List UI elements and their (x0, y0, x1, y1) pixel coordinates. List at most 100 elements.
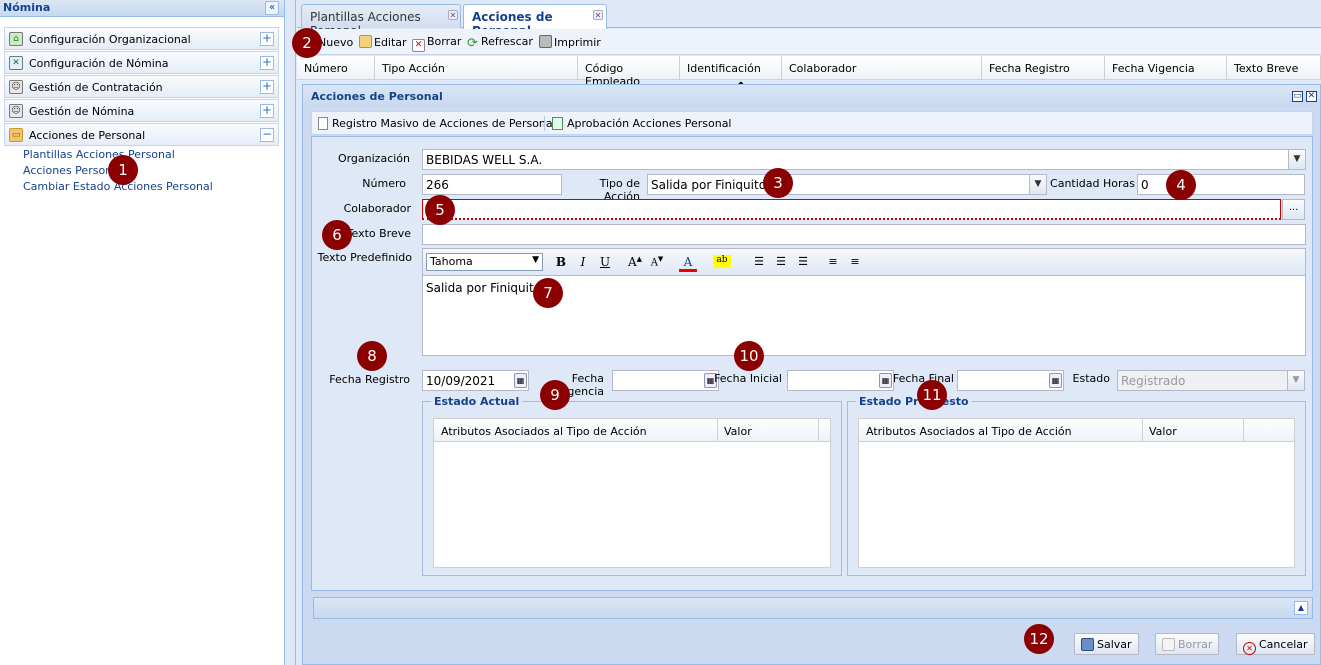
chevron-down-icon[interactable]: ▼ (1288, 150, 1305, 169)
numero-label: Número (362, 177, 406, 190)
numero-value: 266 (426, 178, 449, 192)
font-color-icon[interactable]: A (679, 255, 697, 272)
approve-document-icon (552, 117, 563, 130)
nav-link-plantillas[interactable]: Plantillas Acciones Personal (23, 148, 175, 161)
tab-plantillas[interactable]: Plantillas Acciones Personal ✕ (301, 4, 461, 38)
chevron-down-icon[interactable]: ▼ (1029, 175, 1046, 194)
font-select-value: Tahoma (430, 255, 473, 268)
texto-breve-input[interactable] (422, 224, 1306, 245)
estado-actual-legend: Estado Actual (431, 395, 523, 408)
cancel-button[interactable]: ✕ Cancelar (1236, 633, 1315, 655)
fecha-registro-label: Fecha Registro (329, 373, 410, 386)
column-divider (717, 419, 718, 442)
font-select[interactable]: Tahoma ▼ (426, 253, 543, 271)
col-codigo-empleado[interactable]: Código Empleado (578, 56, 680, 88)
print-button[interactable]: Imprimir (539, 35, 601, 49)
estado-propuesto-fieldset: Estado Propuesto Atributos Asociados al … (847, 395, 1306, 576)
aprobacion-label: Aprobación Acciones Personal (567, 117, 732, 130)
ordered-list-icon[interactable]: ≡ (825, 255, 841, 271)
col-valor[interactable]: Valor (724, 425, 752, 438)
registro-masivo-button[interactable]: Registro Masivo de Acciones de Personal (318, 117, 556, 130)
print-label: Imprimir (554, 36, 601, 49)
colaborador-lookup-label: ... (1288, 202, 1299, 213)
refresh-label: Refrescar (481, 35, 533, 48)
edit-button[interactable]: Editar (359, 35, 407, 49)
tipo-accion-select[interactable]: Salida por Finiquito ▼ (647, 174, 1047, 195)
bold-icon[interactable]: B (553, 255, 569, 271)
close-icon[interactable]: ✕ (1306, 91, 1317, 102)
delete-button[interactable]: ✕ Borrar (412, 35, 461, 52)
edit-icon (359, 35, 372, 48)
tab-strip: Plantillas Acciones Personal ✕ Acciones … (297, 2, 1321, 38)
col-identificacion[interactable]: Identificación (680, 56, 782, 80)
align-right-icon[interactable]: ☰ (795, 255, 811, 271)
expand-icon[interactable]: + (260, 80, 274, 94)
expand-up-icon[interactable]: ▲ (1294, 601, 1308, 615)
tab-acciones-personal[interactable]: Acciones de Personal ✕ (463, 4, 607, 38)
save-icon (1081, 638, 1094, 651)
fecha-registro-input[interactable]: 10/09/2021 ▦ (422, 370, 529, 391)
col-atributos[interactable]: Atributos Asociados al Tipo de Acción (441, 425, 647, 438)
refresh-button[interactable]: ⟳ Refrescar (466, 35, 533, 50)
grow-font-icon[interactable]: A▲ (627, 255, 643, 271)
col-fecha-vigencia[interactable]: Fecha Vigencia (1105, 56, 1227, 80)
cancel-label: Cancelar (1259, 638, 1308, 651)
calendar-icon[interactable]: ▦ (1049, 373, 1062, 388)
numero-input[interactable]: 266 (422, 174, 562, 195)
nav-panel-header: Nómina « (0, 0, 284, 17)
fecha-inicial-input[interactable]: ▦ (787, 370, 894, 391)
panel-splitter[interactable] (286, 0, 296, 665)
organizacion-select[interactable]: BEBIDAS WELL S.A. ▼ (422, 149, 1306, 170)
italic-icon[interactable]: I (575, 255, 591, 271)
nav-group-configuracion-nomina[interactable]: ✕ Configuración de Nómina + (4, 51, 279, 74)
expand-icon[interactable]: + (260, 56, 274, 70)
align-left-icon[interactable]: ☰ (751, 255, 767, 271)
folder-open-icon: ▭ (9, 128, 23, 142)
highlight-icon[interactable]: ab (713, 255, 731, 268)
fecha-final-input[interactable]: ▦ (957, 370, 1064, 391)
nav-group-gestion-nomina[interactable]: ☺ Gestión de Nómina + (4, 99, 279, 122)
align-center-icon[interactable]: ☰ (773, 255, 789, 271)
col-tipo-accion[interactable]: Tipo Acción (375, 56, 578, 80)
expand-icon[interactable]: + (260, 32, 274, 46)
shrink-font-icon[interactable]: A▼ (649, 255, 665, 271)
nav-group-label: Acciones de Personal (29, 129, 146, 142)
col-numero[interactable]: Número (297, 56, 375, 80)
edit-label: Editar (374, 36, 407, 49)
chevron-down-icon: ▼ (532, 255, 539, 265)
aprobacion-button[interactable]: Aprobación Acciones Personal (552, 117, 731, 130)
colaborador-lookup-button[interactable]: ... (1282, 199, 1305, 220)
window-titlebar: Acciones de Personal ▭ ✕ (303, 85, 1320, 107)
marker-1: 1 (108, 155, 138, 185)
close-tab-icon[interactable]: ✕ (448, 10, 458, 20)
nav-group-gestion-contratacion[interactable]: ☺ Gestión de Contratación + (4, 75, 279, 98)
close-tab-icon[interactable]: ✕ (593, 10, 603, 20)
cantidad-horas-input[interactable]: 0 (1137, 174, 1305, 195)
estado-actual-grid: Atributos Asociados al Tipo de Acción Va… (433, 418, 831, 568)
registro-masivo-label: Registro Masivo de Acciones de Personal (332, 117, 556, 130)
estado-select: Registrado ▼ (1117, 370, 1305, 391)
fecha-vigencia-input[interactable]: ▦ (612, 370, 719, 391)
save-button[interactable]: Salvar (1074, 633, 1139, 655)
col-texto-breve[interactable]: Texto Breve (1227, 56, 1321, 80)
save-label: Salvar (1097, 638, 1132, 651)
main-toolbar: Nuevo Editar ✕ Borrar ⟳ Refrescar Imprimir (297, 29, 1321, 55)
marker-6: 6 (322, 220, 352, 250)
expand-icon[interactable]: + (260, 104, 274, 118)
editor-content[interactable]: Salida por Finiquito (426, 281, 541, 295)
bullet-list-icon[interactable]: ≡ (847, 255, 863, 271)
collapse-icon[interactable]: − (260, 128, 274, 142)
fecha-registro-value: 10/09/2021 (426, 374, 496, 388)
col-valor[interactable]: Valor (1149, 425, 1177, 438)
col-colaborador[interactable]: Colaborador (782, 56, 982, 80)
col-fecha-registro[interactable]: Fecha Registro (982, 56, 1105, 80)
nav-group-acciones-personal[interactable]: ▭ Acciones de Personal − (4, 123, 279, 146)
collapse-panel-icon[interactable]: « (265, 1, 279, 15)
underline-icon[interactable]: U (597, 255, 613, 271)
delete-icon (1162, 638, 1175, 651)
col-atributos[interactable]: Atributos Asociados al Tipo de Acción (866, 425, 1072, 438)
maximize-icon[interactable]: ▭ (1292, 91, 1303, 102)
colaborador-input[interactable] (422, 199, 1281, 220)
new-label: Nuevo (318, 36, 354, 49)
nav-group-configuracion-organizacional[interactable]: ⌂ Configuración Organizacional + (4, 27, 279, 50)
